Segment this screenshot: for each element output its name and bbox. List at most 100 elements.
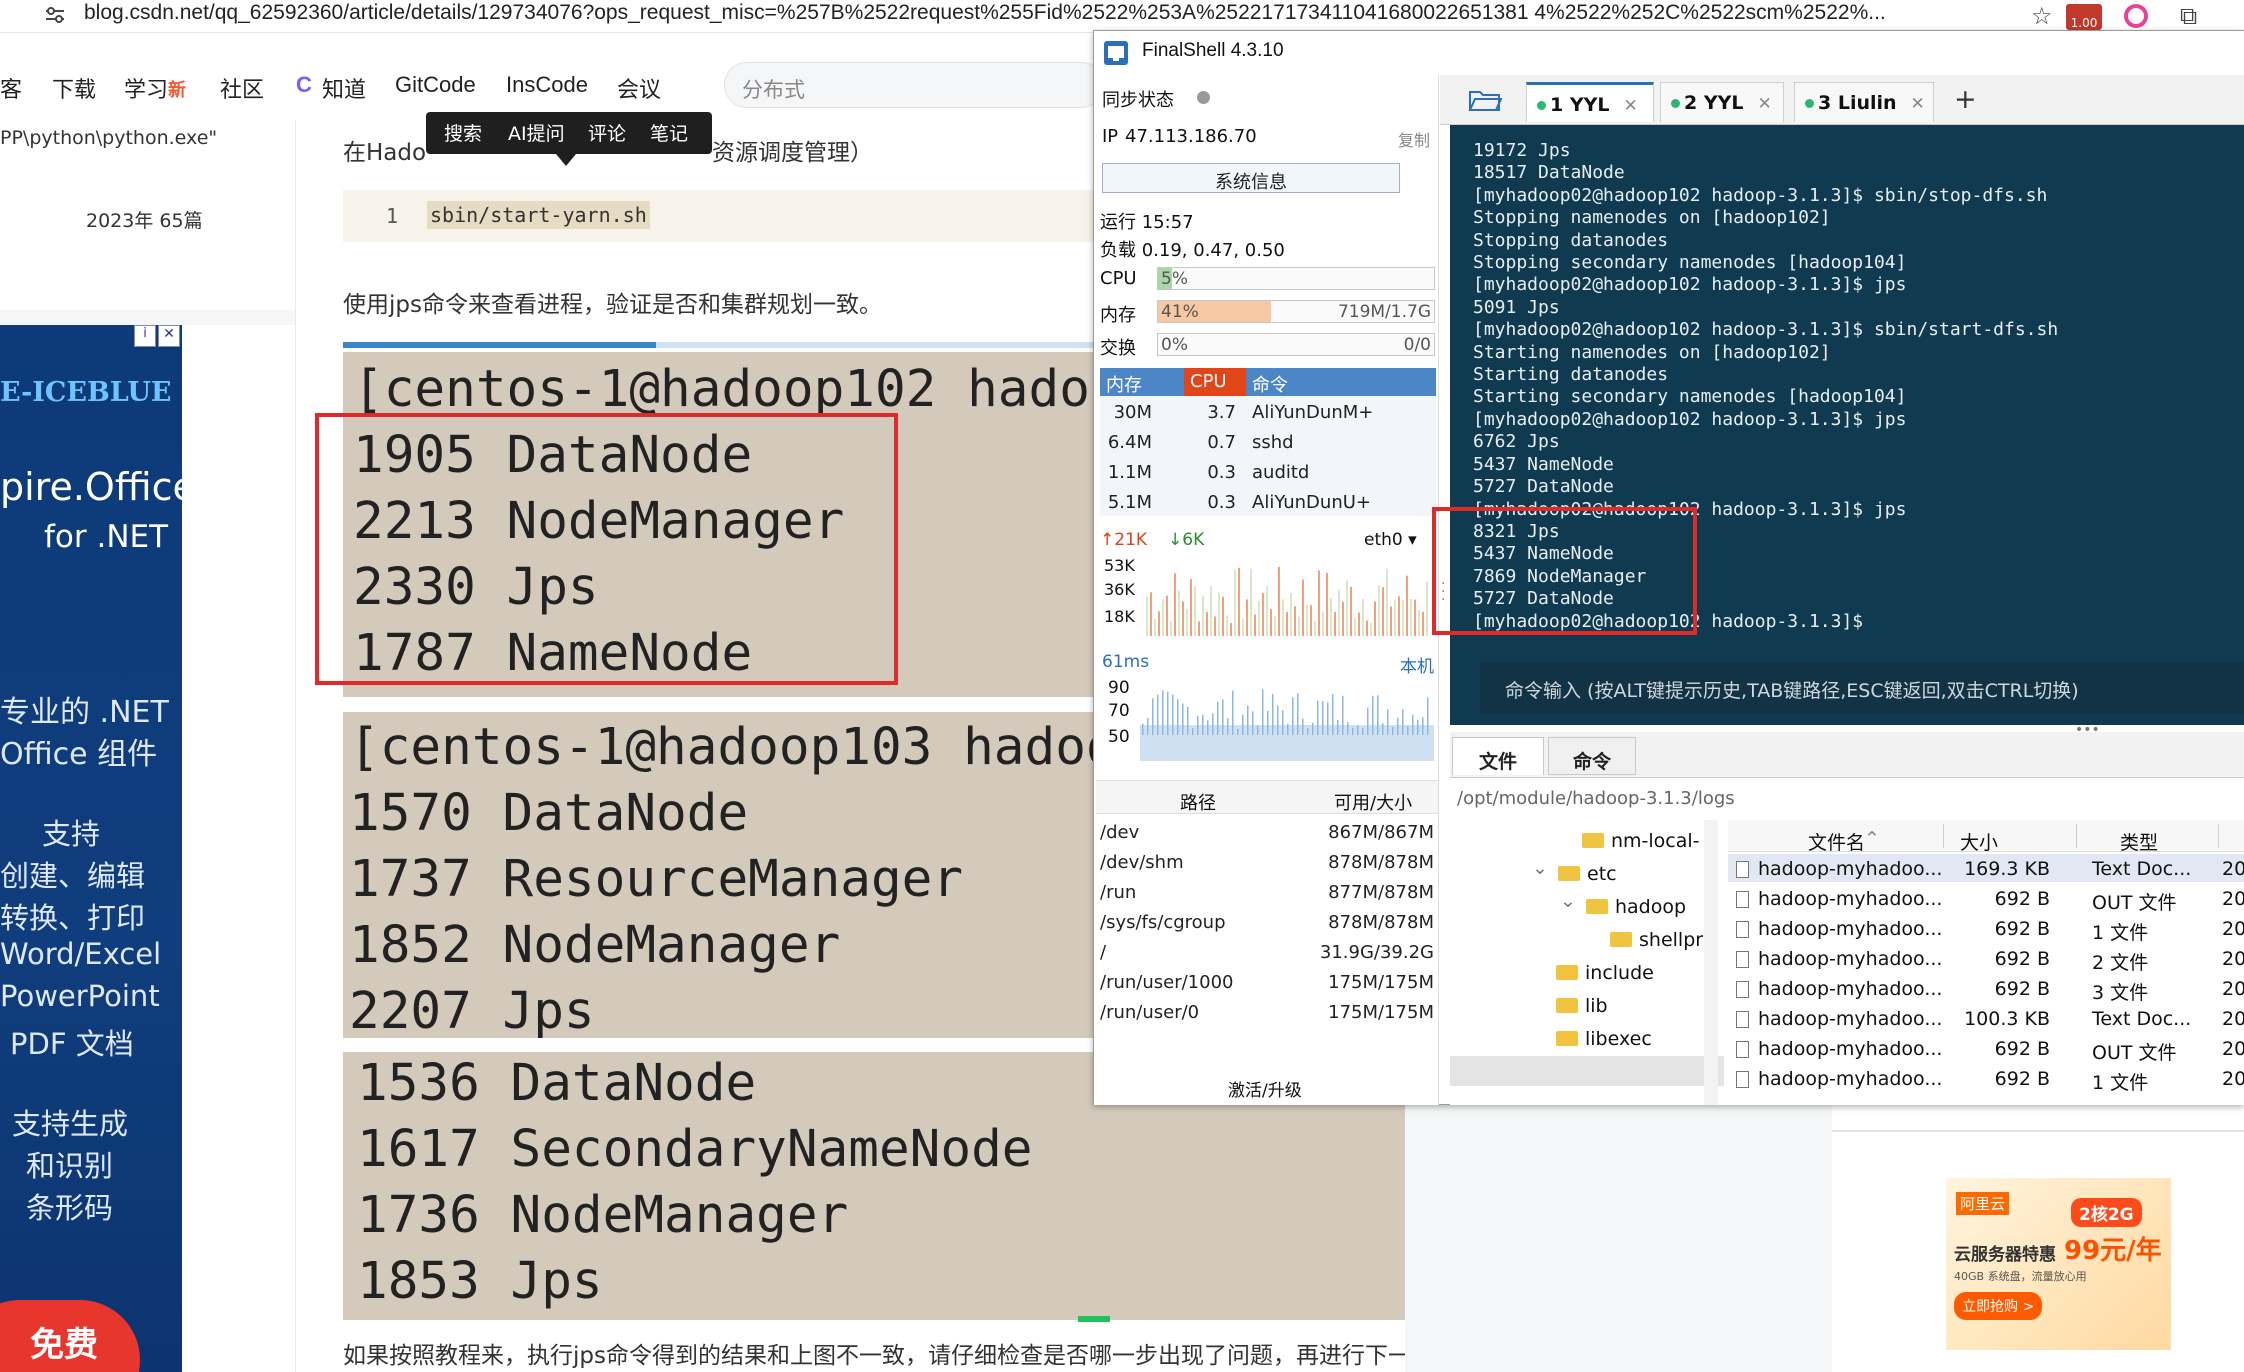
ping-bar	[1242, 714, 1244, 735]
ping-bar	[1187, 706, 1189, 735]
tree-item[interactable]: libexec	[1556, 1028, 1652, 1050]
disk-row[interactable]: / 31.9G/39.2G	[1098, 942, 1436, 970]
terminal-line: 5727 DataNode	[1473, 476, 1614, 498]
col-size[interactable]: 可用/大小	[1334, 789, 1412, 815]
copy-button[interactable]: 复制	[1398, 127, 1430, 151]
file-row[interactable]: hadoop-myhadoo... 100.3 KB Text Doc... 202	[1728, 1008, 2244, 1036]
ping-bar	[1357, 725, 1359, 735]
activate-link[interactable]: 激活/升级	[1228, 1076, 1302, 1101]
process-row[interactable]: 5.1M 0.3 AliYunDunU+	[1100, 492, 1436, 520]
swap-bar: 0% 0/0	[1157, 333, 1435, 356]
popup-ai[interactable]: AI提问	[508, 119, 565, 146]
file-name: hadoop-myhadoo...	[1758, 888, 1943, 910]
ping-bar	[1212, 713, 1214, 735]
tab-3[interactable]: 3 Liulin ✕	[1794, 82, 1934, 122]
extension-circle-icon[interactable]	[2124, 4, 2148, 28]
file-row[interactable]: hadoop-myhadoo... 169.3 KB Text Doc... 202	[1728, 858, 2244, 886]
close-icon[interactable]: ✕	[1911, 94, 1925, 114]
process-row[interactable]: 30M 3.7 AliYunDunM+	[1100, 402, 1436, 430]
net-tick: 18K	[1104, 607, 1135, 626]
popup-comment[interactable]: 评论	[588, 119, 626, 146]
nav-learn[interactable]: 学习	[124, 72, 168, 104]
extension-icon[interactable]: 1.00	[2066, 4, 2102, 30]
chevron-down-icon[interactable]: ⌄	[1532, 857, 1548, 879]
disk-row[interactable]: /sys/fs/cgroup 878M/878M	[1098, 912, 1436, 940]
tab-2[interactable]: 2 YYL ✕	[1660, 82, 1784, 122]
site-settings-icon[interactable]	[44, 6, 66, 24]
net-bar	[1310, 604, 1312, 636]
file-row[interactable]: hadoop-myhadoo... 692 B 1 文件 202	[1728, 1068, 2244, 1096]
popup-search[interactable]: 搜索	[444, 119, 482, 146]
disk-row[interactable]: /dev/shm 878M/878M	[1098, 852, 1436, 880]
path-field[interactable]: /opt/module/hadoop-3.1.3/logs	[1457, 788, 1735, 809]
shot-line: 1570 DataNode	[349, 784, 749, 843]
ali-cta[interactable]: 立即抢购 >	[1954, 1292, 2043, 1320]
tab-1[interactable]: 1 YYL ✕	[1526, 82, 1654, 122]
tab-commands[interactable]: 命令	[1548, 737, 1636, 775]
ad-close-icon[interactable]: ✕	[158, 325, 180, 347]
terminal-line: Starting datanodes	[1473, 364, 1669, 386]
tree-scrollbar[interactable]	[1704, 820, 1718, 1105]
col-path[interactable]: 路径	[1180, 789, 1216, 815]
process-row[interactable]: 1.1M 0.3 auditd	[1100, 462, 1436, 490]
ad-cta[interactable]: 免费	[30, 1317, 98, 1366]
nav-meeting[interactable]: 会议	[617, 72, 661, 104]
puzzle-icon[interactable]: ⧉	[2180, 2, 2197, 30]
ad-info-icon[interactable]: i	[134, 325, 156, 347]
disk-row[interactable]: /run 877M/878M	[1098, 882, 1436, 910]
nav-item[interactable]: 客	[0, 72, 22, 104]
col-size[interactable]: 大小	[1960, 828, 1998, 855]
col-cmd[interactable]: 命令	[1252, 371, 1288, 397]
add-tab-icon[interactable]: +	[1954, 84, 1977, 115]
file-row[interactable]: hadoop-myhadoo... 692 B OUT 文件 202	[1728, 1038, 2244, 1066]
aliyun-ad[interactable]: 阿里云 2核2G 云服务器特惠 99元/年 40GB 系统盘，流量放心用 立即抢…	[1946, 1178, 2171, 1350]
nav-download[interactable]: 下载	[52, 72, 96, 104]
tree-item[interactable]: shellpr	[1610, 929, 1703, 951]
code-text[interactable]: sbin/start-yarn.sh	[427, 201, 650, 229]
nav-community[interactable]: 社区	[220, 72, 264, 104]
nav-gitcode[interactable]: GitCode	[395, 72, 476, 98]
sort-asc-icon: ⌃	[1864, 828, 1880, 850]
folder-open-icon[interactable]	[1468, 88, 1503, 112]
shot-line: [centos-1@hadoop102 hadoo	[353, 360, 1121, 419]
net-bar	[1402, 599, 1404, 636]
popup-pointer	[556, 154, 576, 166]
net-bar	[1162, 599, 1164, 636]
url-text[interactable]: blog.csdn.net/qq_62592360/article/detail…	[84, 1, 1886, 25]
close-icon[interactable]: ✕	[1757, 94, 1771, 114]
splitter-handle-icon[interactable]: · · ·	[1441, 577, 1445, 607]
close-icon[interactable]: ✕	[1623, 96, 1637, 116]
sysinfo-button[interactable]: 系统信息	[1102, 163, 1400, 193]
col-cpu[interactable]: CPU	[1190, 371, 1227, 392]
disk-row[interactable]: /run/user/0 175M/175M	[1098, 1002, 1436, 1030]
col-filename[interactable]: 文件名	[1808, 828, 1865, 855]
tree-item[interactable]: include	[1556, 962, 1654, 984]
ad-banner[interactable]: E-ICEBLUE pire.Office for .NET 专业的 .NET …	[0, 325, 196, 1372]
zhidao-logo-icon: C	[296, 72, 312, 97]
intro-text: 在Hado	[343, 140, 427, 166]
file-date: 202	[2222, 978, 2244, 1000]
iface-select[interactable]: eth0 ▾	[1364, 530, 1417, 550]
file-row[interactable]: hadoop-myhadoo... 692 B 3 文件 202	[1728, 978, 2244, 1006]
popup-note[interactable]: 笔记	[650, 119, 688, 146]
folder-icon	[1586, 899, 1608, 914]
tree-item[interactable]: lib	[1556, 995, 1608, 1017]
ping-host[interactable]: 本机	[1400, 652, 1434, 677]
tree-item[interactable]: ⌄ etc	[1532, 857, 1617, 885]
disk-row[interactable]: /dev 867M/867M	[1098, 822, 1436, 850]
tab-files[interactable]: 文件	[1452, 737, 1544, 775]
col-mem[interactable]: 内存	[1106, 371, 1142, 397]
tree-item[interactable]: ⌄ hadoop	[1560, 890, 1686, 918]
tree-item[interactable]: nm-local-	[1582, 830, 1700, 852]
nav-inscode[interactable]: InsCode	[506, 72, 588, 98]
nav-zhidao[interactable]: 知道	[322, 72, 366, 104]
file-row[interactable]: hadoop-myhadoo... 692 B 2 文件 202	[1728, 948, 2244, 976]
process-row[interactable]: 6.4M 0.7 sshd	[1100, 432, 1436, 460]
bookmark-star-icon[interactable]: ☆	[2031, 2, 2053, 30]
archive-link[interactable]: 2023年 65篇	[86, 206, 203, 233]
chevron-down-icon[interactable]: ⌄	[1560, 890, 1576, 912]
col-type[interactable]: 类型	[2120, 828, 2158, 855]
file-row[interactable]: hadoop-myhadoo... 692 B OUT 文件 202	[1728, 888, 2244, 916]
disk-row[interactable]: /run/user/1000 175M/175M	[1098, 972, 1436, 1000]
file-row[interactable]: hadoop-myhadoo... 692 B 1 文件 202	[1728, 918, 2244, 946]
